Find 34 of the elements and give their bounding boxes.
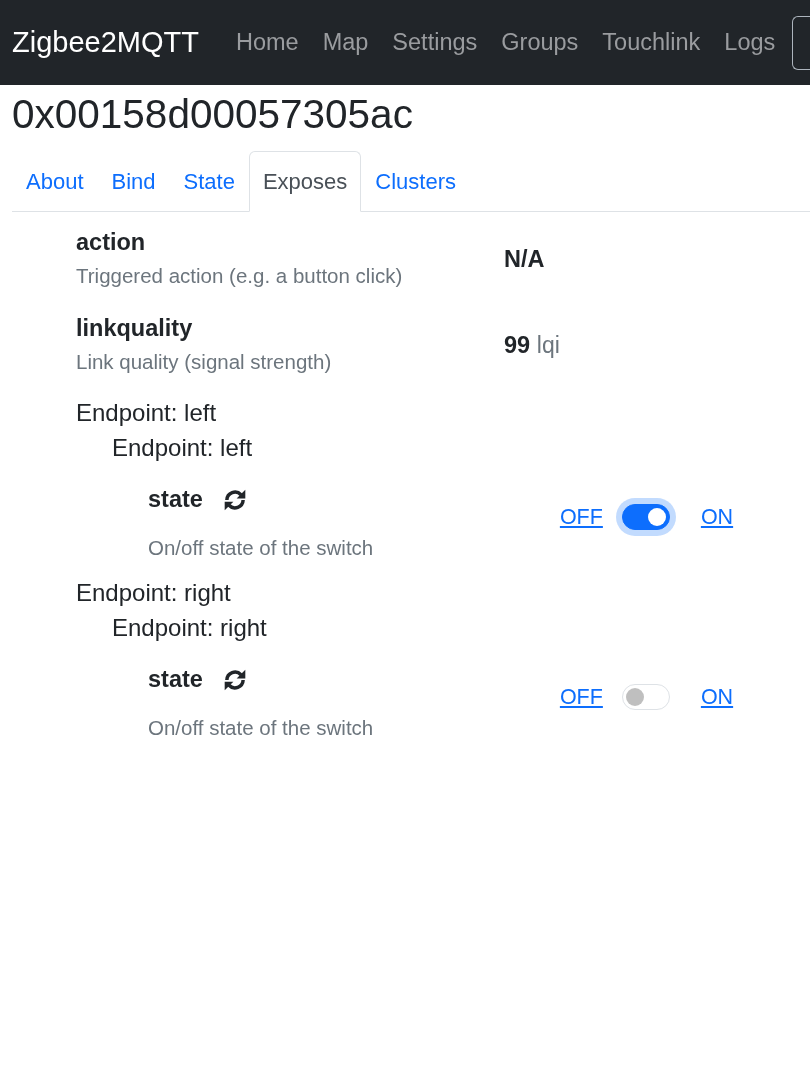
- off-link[interactable]: OFF: [559, 500, 603, 534]
- endpoint-label: Endpoint: left: [112, 432, 253, 463]
- on-link[interactable]: ON: [700, 680, 734, 714]
- tab[interactable]: State: [169, 150, 249, 212]
- nav-link[interactable]: Touchlink: [590, 27, 713, 58]
- nav-link[interactable]: Settings: [380, 27, 490, 58]
- nav-link[interactable]: Home: [223, 27, 311, 58]
- endpoint-label: Endpoint: right: [76, 577, 231, 608]
- tab[interactable]: Exposes: [248, 150, 362, 212]
- brand-link[interactable]: Zigbee2MQTT: [12, 23, 199, 62]
- expose-name: linkquality: [76, 313, 194, 343]
- expose-description: On/off state of the switch: [148, 534, 375, 561]
- on-link[interactable]: ON: [700, 500, 734, 534]
- off-link[interactable]: OFF: [559, 680, 603, 714]
- tab[interactable]: About: [12, 150, 98, 212]
- expose-value: N/A: [504, 245, 545, 272]
- nav-link[interactable]: Map: [310, 27, 381, 58]
- nav-link[interactable]: Logs: [712, 27, 788, 58]
- unit-text: lqi: [536, 331, 560, 358]
- tab[interactable]: Clusters: [361, 150, 470, 212]
- expose-description: Link quality (signal strength): [76, 348, 333, 375]
- expose-name: action: [76, 227, 147, 257]
- nav-link[interactable]: Groups: [489, 27, 591, 58]
- expose-value: 99: [504, 331, 531, 358]
- expose-description: On/off state of the switch: [148, 714, 375, 741]
- tab[interactable]: Bind: [97, 150, 170, 212]
- expose-description: Triggered action (e.g. a button click): [76, 262, 404, 289]
- endpoint-label: Endpoint: left: [76, 397, 217, 428]
- device-title: 0x00158d00057305ac: [12, 90, 414, 139]
- toggle-switch[interactable]: [621, 504, 670, 531]
- expose-name: state: [148, 665, 203, 695]
- endpoint-label: Endpoint: right: [112, 612, 267, 643]
- expose-name: state: [148, 485, 203, 515]
- input-field[interactable]: [792, 15, 810, 70]
